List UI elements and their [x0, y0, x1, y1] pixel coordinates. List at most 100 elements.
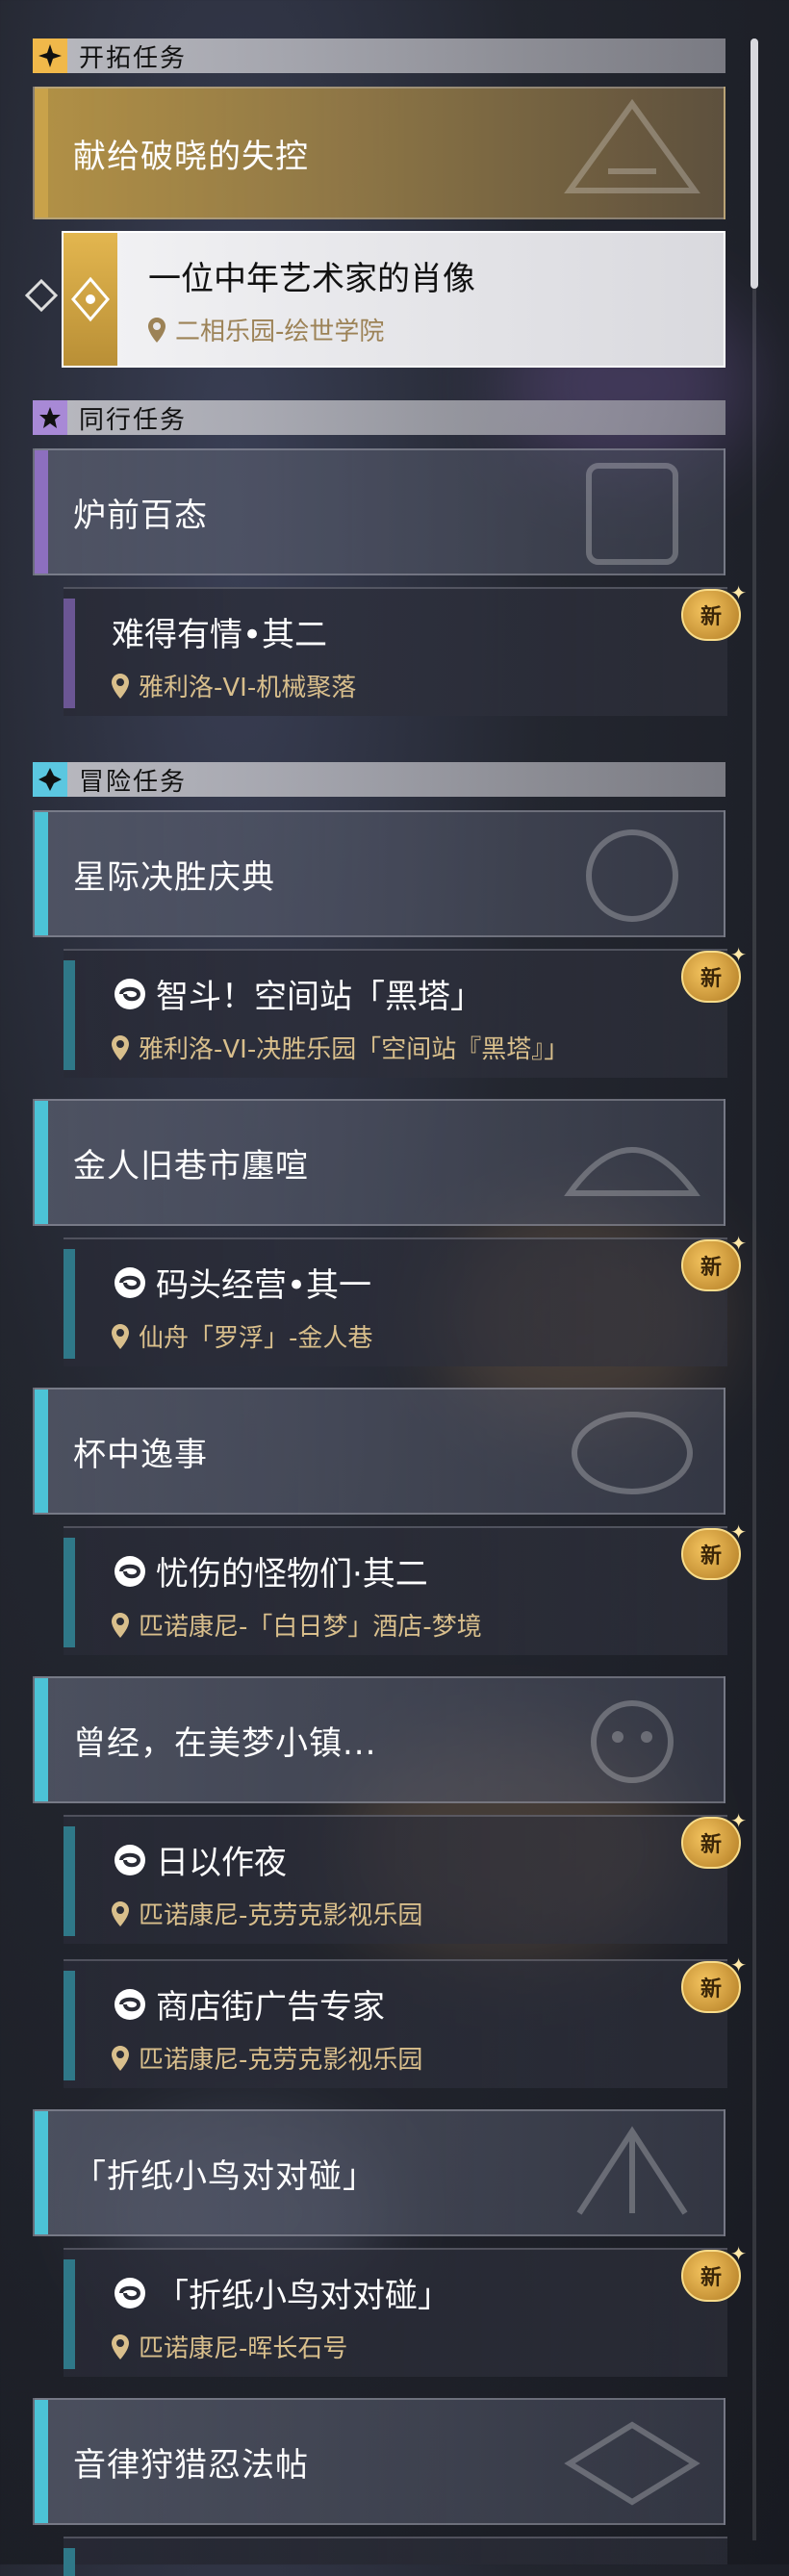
section-title: 开拓任务: [79, 43, 188, 73]
quest-group-adventure[interactable]: 音律狩猎忍法帖: [33, 2398, 725, 2525]
quest-color-bar: [64, 1826, 75, 1936]
location-text: 匹诺康尼-克劳克影视乐园: [139, 2046, 423, 2075]
location-pin-icon: [112, 1323, 129, 1349]
quest-location: 雅利洛-VI-机械聚落: [112, 668, 356, 703]
quest-location: 匹诺康尼-克劳克影视乐园: [112, 2040, 422, 2076]
quest-item[interactable]: 码头经营•其一 仙舟「罗浮」-金人巷: [64, 1237, 727, 1366]
location-text: 雅利洛-VI-决胜乐园「空间站『黑塔』」: [139, 1035, 570, 1064]
quest-item[interactable]: 忧伤的怪物们·其二 匹诺康尼-「白日梦」酒店-梦境: [64, 1526, 727, 1655]
quest-title: 日以作夜: [112, 1836, 287, 1883]
quest-location: 二相乐园-绘世学院: [148, 312, 384, 347]
section-header-trailblaze: 开拓任务: [33, 38, 725, 73]
group-emblem-icon: [591, 1700, 674, 1783]
group-title: 星际决胜庆典: [73, 857, 275, 897]
quest-color-bar: [64, 1971, 75, 2080]
scroll-track[interactable]: [752, 38, 756, 2540]
selected-marker-icon: [24, 278, 59, 316]
location-text: 匹诺康尼-晖长石号: [139, 2334, 348, 2363]
location-pin-icon: [112, 673, 129, 699]
quest-title-text: 日以作夜: [156, 1844, 287, 1882]
quest-title: 忧伤的怪物们·其二: [112, 1547, 428, 1594]
quest-group-adventure[interactable]: 曾经，在美梦小镇...: [33, 1676, 725, 1803]
quest-location: 仙舟「罗浮」-金人巷: [112, 1318, 372, 1354]
adventure-quest-icon: [115, 1555, 145, 1587]
group-title: 音律狩猎忍法帖: [73, 2445, 309, 2485]
section-title: 同行任务: [79, 405, 188, 435]
quest-item[interactable]: 难得有情•其二 雅利洛-VI-机械聚落: [64, 587, 727, 716]
quest-title: 一位中年艺术家的肖像: [148, 260, 475, 298]
quest-location: 匹诺康尼-「白日梦」酒店-梦境: [112, 1607, 482, 1643]
group-color-bar: [35, 1390, 48, 1513]
quest-type-tab: [64, 233, 117, 366]
location-text: 匹诺康尼-克劳克影视乐园: [139, 1901, 423, 1930]
quest-item-trailblaze-selected[interactable]: 一位中年艺术家的肖像 二相乐园-绘世学院: [62, 231, 725, 368]
group-color-bar: [35, 812, 48, 935]
quest-group-trailblaze[interactable]: 献给破晓的失控: [33, 87, 725, 219]
location-pin-icon: [112, 1612, 129, 1638]
group-emblem-icon: [572, 1412, 693, 1494]
quest-item[interactable]: 日以作夜 匹诺康尼-克劳克影视乐园: [64, 1815, 727, 1944]
group-title: 金人旧巷市廛喧: [73, 1146, 309, 1186]
trailblaze-icon: [33, 38, 67, 73]
quest-title-text: 忧伤的怪物们·其二: [156, 1555, 428, 1594]
quest-color-bar: [64, 599, 75, 708]
quest-group-companion[interactable]: 炉前百态: [33, 448, 725, 575]
quest-title-text: 码头经营•其一: [156, 1266, 372, 1305]
quest-item[interactable]: [64, 2537, 727, 2576]
quest-group-adventure[interactable]: 金人旧巷市廛喧: [33, 1099, 725, 1226]
quest-title: 智斗！空间站「黑塔」: [112, 970, 483, 1017]
location-pin-icon: [148, 317, 165, 343]
scrollbar-thumb[interactable]: [751, 38, 758, 289]
adventure-quest-icon: [115, 978, 145, 1009]
quest-color-bar: [64, 2548, 75, 2576]
adventure-quest-icon: [115, 2277, 145, 2308]
quest-color-bar: [64, 2259, 75, 2369]
quest-group-adventure[interactable]: 星际决胜庆典: [33, 810, 725, 937]
quest-title: 「折纸小鸟对对碰」: [112, 2269, 450, 2316]
quest-item[interactable]: 商店街广告专家 匹诺康尼-克劳克影视乐园: [64, 1959, 727, 2088]
quest-location: 匹诺康尼-晖长石号: [112, 2329, 347, 2364]
quest-color-bar: [64, 1538, 75, 1647]
group-emblem-icon: [564, 98, 700, 193]
group-title: 杯中逸事: [73, 1435, 208, 1474]
quest-location: 雅利洛-VI-决胜乐园「空间站『黑塔』」: [112, 1030, 569, 1065]
group-title: 炉前百态: [73, 496, 208, 535]
section-header-adventure: 冒险任务: [33, 762, 725, 797]
group-title: 曾经，在美梦小镇...: [73, 1723, 377, 1763]
new-badge: 新 ✦: [681, 1520, 747, 1580]
companion-icon: [33, 400, 67, 435]
group-color-bar: [35, 1678, 48, 1801]
group-color-bar: [35, 450, 48, 574]
location-text: 仙舟「罗浮」-金人巷: [139, 1324, 373, 1353]
new-badge: 新 ✦: [681, 1809, 747, 1869]
group-emblem-icon: [576, 2126, 688, 2215]
trailblaze-quest-icon: [71, 276, 110, 322]
new-badge: 新 ✦: [681, 1953, 747, 2013]
new-badge: 新 ✦: [681, 943, 747, 1003]
group-color-bar: [35, 2400, 48, 2523]
quest-title-text: 「折纸小鸟对对碰」: [156, 2277, 450, 2315]
quest-item[interactable]: 智斗！空间站「黑塔」 雅利洛-VI-决胜乐园「空间站『黑塔』」: [64, 949, 727, 1078]
quest-group-adventure[interactable]: 「折纸小鸟对对碰」: [33, 2109, 725, 2236]
section-header-companion: 同行任务: [33, 400, 725, 435]
adventure-quest-icon: [115, 1266, 145, 1298]
group-emblem-icon: [564, 2421, 700, 2506]
quest-item[interactable]: 「折纸小鸟对对碰」 匹诺康尼-晖长石号: [64, 2248, 727, 2377]
quest-color-bar: [64, 960, 75, 1070]
quest-title: 商店街广告专家: [112, 1980, 385, 2028]
quest-color-bar: [64, 1249, 75, 1359]
group-emblem-icon: [586, 829, 678, 922]
location-text: 雅利洛-VI-机械聚落: [139, 674, 357, 702]
quest-title-text: 商店街广告专家: [156, 1988, 385, 2027]
new-badge: 新 ✦: [681, 2242, 747, 2302]
section-title: 冒险任务: [79, 767, 188, 797]
location-pin-icon: [112, 1900, 129, 1926]
location-pin-icon: [112, 2045, 129, 2071]
quest-group-adventure[interactable]: 杯中逸事: [33, 1388, 725, 1515]
group-title: 「折纸小鸟对对碰」: [73, 2156, 376, 2196]
adventure-icon: [33, 762, 67, 797]
location-pin-icon: [112, 1034, 129, 1060]
quest-title: 难得有情•其二: [112, 616, 328, 654]
group-emblem-icon: [564, 1147, 700, 1196]
quest-title-text: 智斗！空间站「黑塔」: [156, 978, 483, 1016]
